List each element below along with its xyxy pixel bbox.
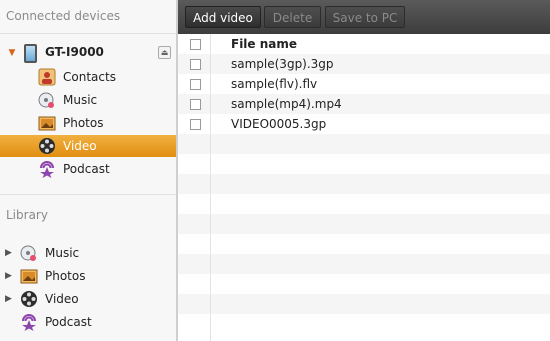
row-checkbox[interactable]	[190, 79, 201, 90]
device-name: GT-I9000	[45, 45, 104, 59]
empty-row	[178, 194, 550, 214]
file-name-header[interactable]: File name	[231, 37, 297, 51]
empty-row	[178, 154, 550, 174]
podcast-icon	[22, 314, 36, 331]
nav-item-label: Video	[63, 139, 97, 153]
empty-row	[178, 234, 550, 254]
select-all-checkbox[interactable]	[190, 39, 201, 50]
library-item-label: Video	[45, 292, 79, 306]
save-to-pc-button[interactable]: Save to PC	[325, 6, 405, 28]
contacts-icon	[38, 68, 56, 86]
film-reel-icon	[39, 138, 55, 154]
table-row[interactable]: sample(mp4).mp4	[178, 94, 550, 114]
sidebar: Connected devices ▼ GT-I9000 ⏏ Contacts …	[0, 0, 176, 341]
empty-row	[178, 314, 550, 334]
library-item-photos[interactable]: ▶ Photos	[0, 265, 176, 287]
file-name: VIDEO0005.3gp	[231, 117, 327, 131]
phone-icon	[24, 44, 37, 63]
delete-button[interactable]: Delete	[264, 6, 321, 28]
empty-row	[178, 134, 550, 154]
music-disc-icon	[38, 92, 54, 108]
file-name: sample(3gp).3gp	[231, 57, 334, 71]
empty-row	[178, 254, 550, 274]
chevron-right-icon[interactable]: ▶	[5, 248, 12, 258]
film-reel-icon	[21, 291, 37, 307]
divider	[0, 33, 176, 34]
file-name: sample(flv).flv	[231, 77, 318, 91]
nav-item-video[interactable]: Video	[0, 135, 176, 157]
chevron-down-icon[interactable]: ▼	[7, 48, 17, 58]
photos-icon	[38, 116, 56, 131]
empty-row	[178, 274, 550, 294]
library-item-label: Photos	[45, 269, 86, 283]
music-disc-icon	[20, 245, 36, 261]
empty-row	[178, 214, 550, 234]
nav-item-music[interactable]: Music	[0, 89, 176, 111]
nav-item-podcast[interactable]: Podcast	[0, 158, 176, 180]
empty-row	[178, 174, 550, 194]
nav-item-label: Podcast	[63, 162, 110, 176]
file-table: File name sample(3gp).3gp sample(flv).fl…	[178, 34, 550, 341]
nav-item-photos[interactable]: Photos	[0, 112, 176, 134]
connected-devices-header: Connected devices	[6, 9, 121, 23]
table-row[interactable]: VIDEO0005.3gp	[178, 114, 550, 134]
row-checkbox[interactable]	[190, 99, 201, 110]
column-divider	[210, 34, 211, 341]
row-checkbox[interactable]	[190, 59, 201, 70]
library-item-label: Music	[45, 246, 80, 260]
toolbar: Add video Delete Save to PC	[178, 0, 550, 34]
row-checkbox[interactable]	[190, 119, 201, 130]
nav-item-label: Music	[63, 93, 98, 107]
nav-item-label: Contacts	[63, 70, 116, 84]
empty-row	[178, 294, 550, 314]
add-video-button[interactable]: Add video	[185, 6, 261, 28]
table-row[interactable]: sample(3gp).3gp	[178, 54, 550, 74]
table-header: File name	[178, 34, 550, 54]
library-item-music[interactable]: ▶ Music	[0, 242, 176, 264]
photos-icon	[20, 269, 38, 284]
chevron-right-icon[interactable]: ▶	[5, 271, 12, 281]
table-row[interactable]: sample(flv).flv	[178, 74, 550, 94]
nav-item-label: Photos	[63, 116, 104, 130]
file-name: sample(mp4).mp4	[231, 97, 342, 111]
chevron-right-icon[interactable]: ▶	[5, 294, 12, 304]
library-header: Library	[6, 208, 48, 222]
library-item-label: Podcast	[45, 315, 92, 329]
podcast-icon	[40, 161, 54, 178]
device-row[interactable]: ▼ GT-I9000 ⏏	[0, 42, 176, 64]
divider	[0, 194, 176, 195]
eject-icon[interactable]: ⏏	[158, 46, 171, 59]
nav-item-contacts[interactable]: Contacts	[0, 66, 176, 88]
library-item-podcast[interactable]: Podcast	[0, 311, 176, 333]
library-item-video[interactable]: ▶ Video	[0, 288, 176, 310]
